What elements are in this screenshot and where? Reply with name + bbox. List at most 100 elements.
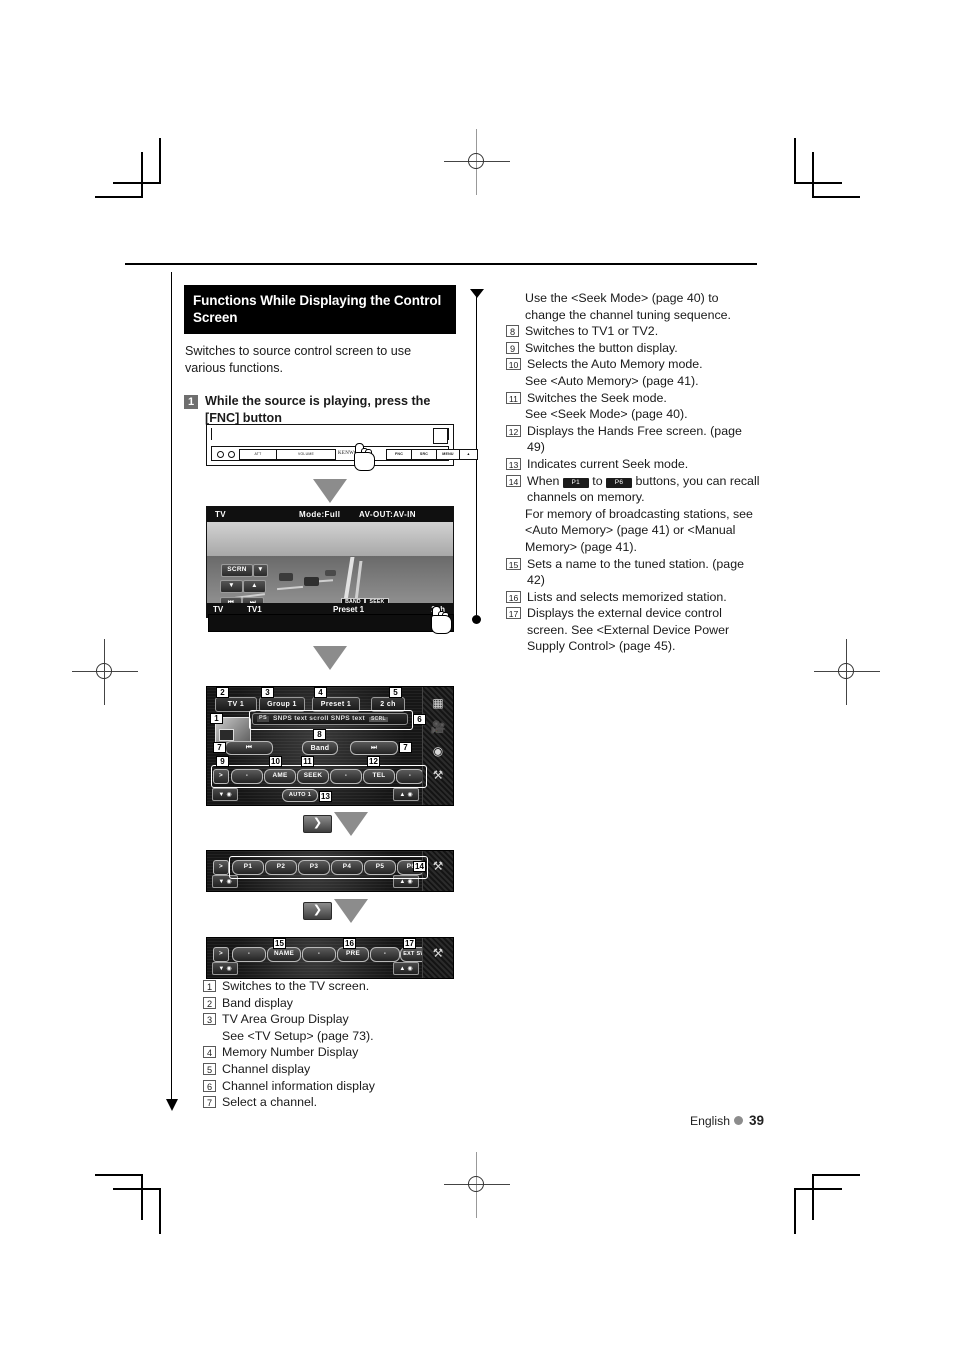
preset-panel: > P1 P2 P3 P4 P5 P6 ▼ ◉ ▲ ◉ ⚒ 14 <box>206 850 454 892</box>
eject-button[interactable]: ▲ <box>459 449 478 460</box>
reference-number-badge: 3 <box>203 1013 216 1026</box>
volume-up-indicator[interactable]: ▲ ◉ <box>393 962 419 975</box>
reference-item-17: 17 Displays the external device control s… <box>506 605 762 655</box>
scrn-button[interactable]: SCRN <box>221 564 253 577</box>
crop-mark-bl-h2 <box>113 1188 161 1190</box>
vol-down-arrow-icon: ▼ <box>218 965 225 972</box>
reference-number-badge: 16 <box>506 590 521 603</box>
footer-dot-icon <box>733 1116 743 1125</box>
step-number: 1 <box>184 395 198 409</box>
crop-mark-br-v2 <box>794 1188 796 1234</box>
car-icon <box>325 570 336 576</box>
reference-item-text: Switches to the TV screen. <box>222 979 370 993</box>
button-display-toggle[interactable]: > <box>213 860 229 875</box>
language-label: English <box>690 1114 730 1128</box>
callout-6: 6 <box>413 714 426 725</box>
reference-item-16: 16 Lists and selects memorized station. <box>506 589 762 606</box>
channel-up-button[interactable]: ▲ <box>243 580 266 593</box>
next-page-button-2[interactable]: ❯ <box>303 902 332 920</box>
reference-item-text: Switches the button display. <box>525 340 678 355</box>
blank-button-1[interactable]: - <box>232 947 266 962</box>
name-panel-main-area: > - NAME - PRE - EXT SW ▼ ◉ ▲ ◉ <box>207 938 429 978</box>
crop-mark-bl-v <box>141 1174 143 1220</box>
channel-down-button[interactable]: ▼ <box>220 580 243 593</box>
callout-15: 15 <box>273 938 286 949</box>
crop-mark-tr-v <box>812 152 814 198</box>
fnc-button[interactable]: FNC <box>386 449 412 460</box>
step-text: While the source is playing, press the [… <box>205 394 431 425</box>
att-button[interactable]: ATT <box>239 449 277 460</box>
volume-up-indicator[interactable]: ▲ ◉ <box>393 788 419 801</box>
step-1: 1 While the source is playing, press the… <box>184 393 456 426</box>
reference-item-text: Lists and selects memorized station. <box>527 589 727 604</box>
reference-item-6: 6 Channel information display <box>203 1078 463 1095</box>
section-heading: Functions While Displaying the Control S… <box>184 285 456 334</box>
blank-button-2[interactable]: - <box>302 947 336 962</box>
tv-source-label: TV <box>215 510 227 519</box>
speaker-icon: ◉ <box>226 879 232 885</box>
band-button[interactable]: Band <box>302 741 338 755</box>
source-shortcut-rail: ▦ 🎥 ◉ ⚒ <box>422 687 453 805</box>
callout-16: 16 <box>343 938 356 949</box>
registration-mark-left <box>72 639 138 705</box>
tools-icon[interactable]: ⚒ <box>427 765 449 785</box>
tv-screen-figure: TV Mode:Full AV-OUT:AV-IN SCRN ▼ ▼ ▲ BAN… <box>206 506 454 634</box>
reference-number-badge: 15 <box>506 557 521 570</box>
volume-down-indicator[interactable]: ▼ ◉ <box>212 788 238 801</box>
pre-button[interactable]: PRE <box>337 947 369 962</box>
reset-hole-icon <box>217 451 224 458</box>
tv-top-status-bar: TV Mode:Full AV-OUT:AV-IN <box>207 507 453 522</box>
reference-item-text: Channel display <box>222 1061 311 1076</box>
crop-mark-tr-h2 <box>794 182 842 184</box>
reference-item-13: 13 Indicates current Seek mode. <box>506 456 762 473</box>
flow-arrow-1 <box>313 479 347 503</box>
car-icon <box>279 573 293 581</box>
registration-mark-top <box>444 129 510 195</box>
next-page-button-1[interactable]: ❯ <box>303 815 332 833</box>
menu-button[interactable]: MENU <box>436 449 460 460</box>
src-button[interactable]: SRC <box>411 449 437 460</box>
reference-item-text: Switches to TV1 or TV2. <box>525 324 659 339</box>
reference-number-badge: 9 <box>506 341 519 354</box>
disc-icon[interactable]: ◉ <box>427 741 449 761</box>
reference-number-badge: 10 <box>506 358 521 371</box>
tools-icon[interactable]: ⚒ <box>427 943 449 963</box>
reference-item-text: Selects the Auto Memory mode. <box>527 357 703 372</box>
reference-item-text: Displays the Hands Free screen. (page 49… <box>527 423 742 455</box>
highlight-preset-row <box>229 856 428 879</box>
sky-region <box>207 522 453 557</box>
tv-touch-strip[interactable] <box>208 614 454 632</box>
reference-item-continuation: For memory of broadcasting stations, see… <box>525 506 753 554</box>
tools-icon[interactable]: ⚒ <box>427 856 449 876</box>
reference-number-badge: 13 <box>506 457 521 470</box>
crop-mark-tl-h <box>95 196 143 198</box>
volume-down-indicator[interactable]: ▼ ◉ <box>212 962 238 975</box>
blank-button-3[interactable]: - <box>370 947 400 962</box>
tv-control-panel: TV 1 Group 1 Preset 1 2 ch PS SNPS text … <box>206 686 454 806</box>
vol-up-arrow-icon: ▲ <box>399 965 406 972</box>
volume-rocker[interactable]: VOLUME <box>276 449 336 460</box>
name-button[interactable]: NAME <box>267 947 301 962</box>
camera-icon[interactable]: 🎥 <box>427 717 449 737</box>
prev-channel-button[interactable]: ⏮ <box>225 741 273 755</box>
vol-down-arrow-icon: ▼ <box>218 878 225 885</box>
reference-item-14: 14 When P1 to P6 buttons, you can recall … <box>506 473 762 506</box>
reference-item-1: 1 Switches to the TV screen. <box>203 978 463 995</box>
scrn-dropdown-button[interactable]: ▼ <box>253 564 268 577</box>
reference-item-12: 12 Displays the Hands Free screen. (page … <box>506 423 762 456</box>
preset-key-icon-p6: P6 <box>606 477 633 488</box>
callout-10: 10 <box>269 756 282 767</box>
right-reference-list: 8 Switches to TV1 or TV2. 9 Switches the bu… <box>506 323 762 655</box>
faceplate-screen-edge <box>211 428 449 440</box>
menu-grid-icon[interactable]: ▦ <box>427 693 449 713</box>
callout-5: 5 <box>389 687 402 698</box>
reference-item-text: TV Area Group Display <box>222 1012 349 1027</box>
reference-item-8: 8 Switches to TV1 or TV2. <box>506 323 762 340</box>
reference-number-badge: 7 <box>203 1096 216 1109</box>
tv-av-label: AV-OUT:AV-IN <box>359 510 416 519</box>
next-channel-button[interactable]: ⏭ <box>350 741 398 755</box>
button-display-toggle[interactable]: > <box>213 947 229 962</box>
right-column: Use the <Seek Mode> (page 40) to change … <box>506 290 762 655</box>
preset-key-icon-p1: P1 <box>562 477 589 488</box>
auto-memory-indicator: AUTO 1 <box>282 789 318 802</box>
